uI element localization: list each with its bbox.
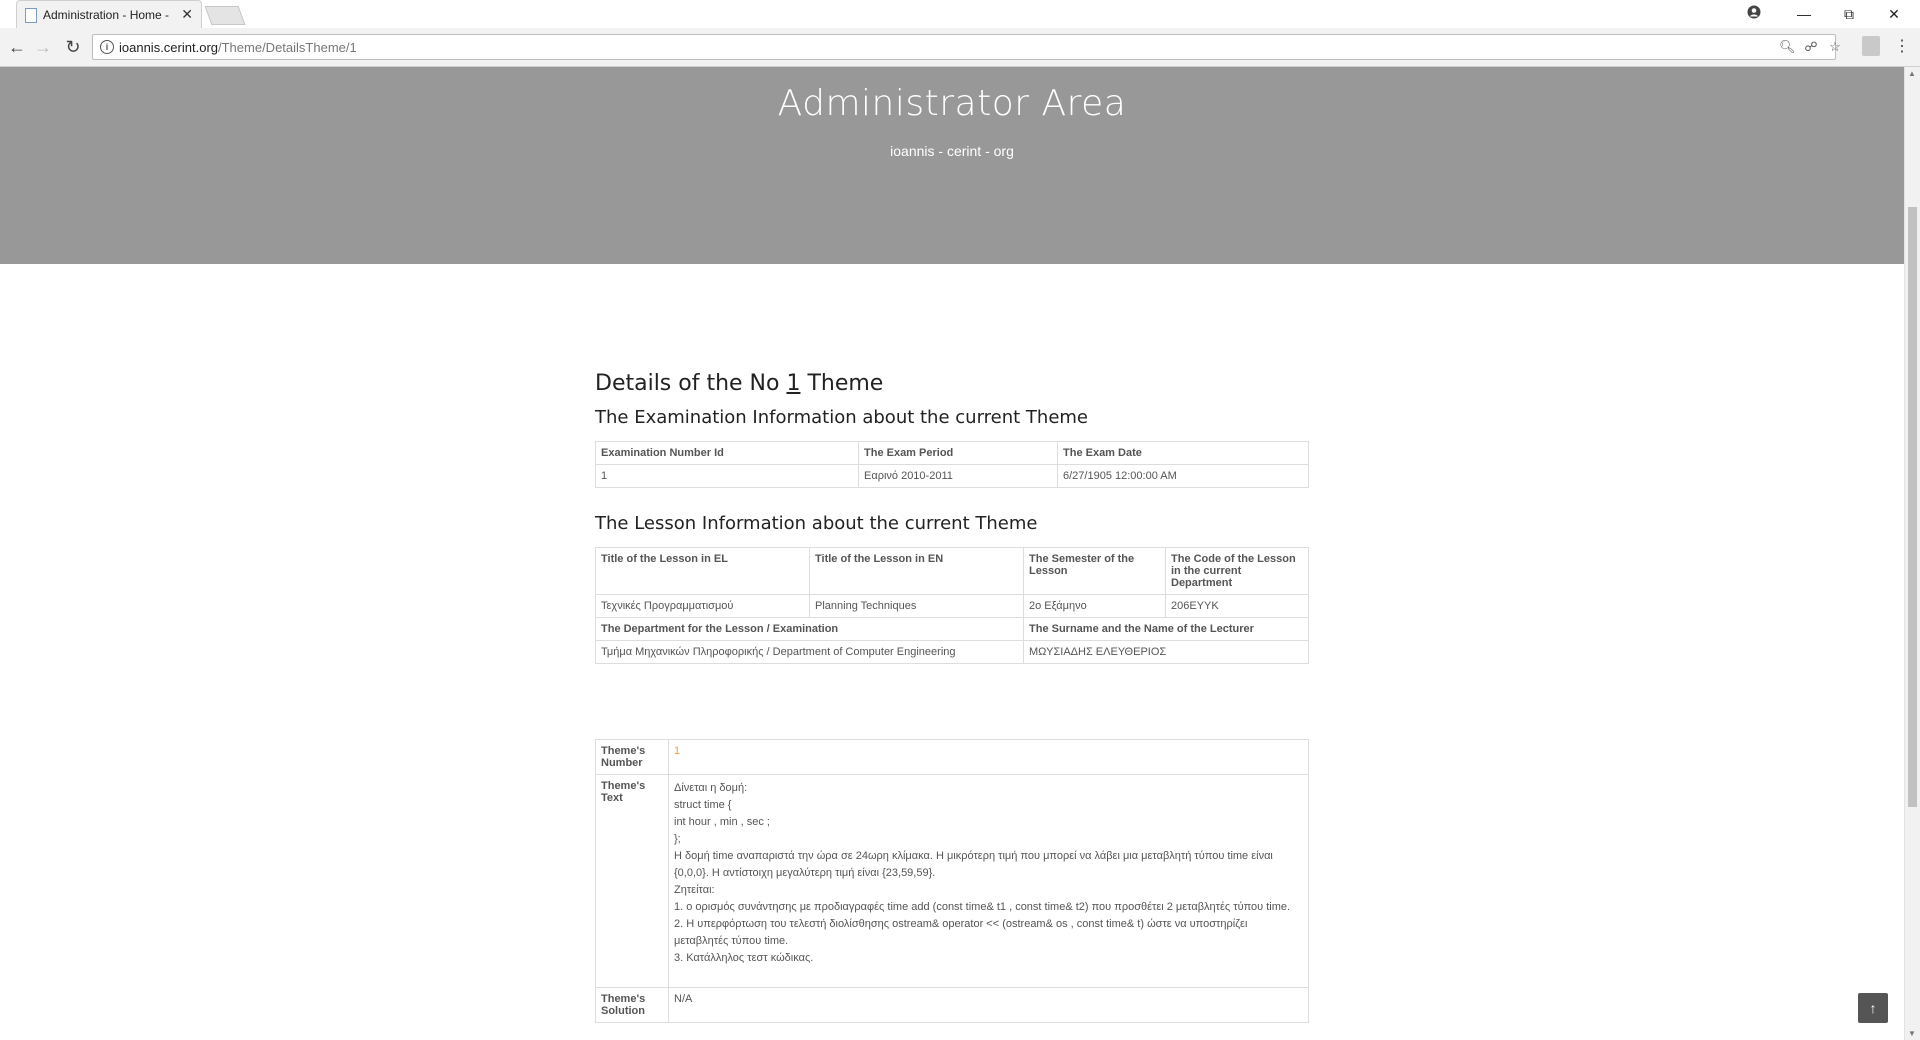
restore-icon[interactable]: ⧉ (1829, 3, 1869, 25)
lesson-table: Title of the Lesson in EL Title of the L… (595, 547, 1309, 664)
table-cell: 6/27/1905 12:00:00 AM (1057, 464, 1309, 488)
table-row: 1 Εαρινό 2010-2011 6/27/1905 12:00:00 AM (595, 464, 1309, 488)
hero-subtitle: ioannis - cerint - org (890, 143, 1014, 159)
table-row: Τμήμα Μηχανικών Πληροφορικής / Departmen… (595, 640, 1309, 664)
new-tab-button[interactable] (204, 6, 246, 25)
extension-icon[interactable] (1862, 36, 1880, 56)
exam-table: Examination Number Id The Exam Period Th… (595, 441, 1309, 488)
theme-text-line: 2. Η υπερφόρτωση του τελεστή διολίσθησης… (674, 918, 1248, 947)
minimize-icon[interactable]: — (1784, 3, 1824, 25)
info-icon[interactable]: i (100, 40, 114, 54)
theme-text-line: 3. Κατάλληλος τεστ κώδικας. (674, 952, 814, 964)
address-bar[interactable]: i ioannis.cerint.org/Theme/DetailsTheme/… (92, 34, 1841, 60)
theme-text-line: 1. ο ορισμός συνάντησης με προδιαγραφές … (674, 901, 1291, 913)
theme-text-line: Δίνεται η δομή: (674, 782, 748, 794)
page-favicon-icon (25, 8, 37, 23)
theme-text-line: }; (674, 833, 681, 845)
reload-icon[interactable]: ↻ (62, 36, 84, 58)
browser-tab[interactable]: Administration - Home - ✕ (16, 0, 202, 28)
theme-table: Theme's Number 1 Theme's Text Δίνεται η … (595, 739, 1309, 1023)
account-icon[interactable] (1734, 3, 1774, 25)
page-title: Details of the No 1 Theme (595, 371, 883, 396)
theme-text-line: int hour , min , sec ; (674, 816, 770, 828)
back-icon[interactable]: ← (6, 36, 28, 58)
table-header-row: Examination Number Id The Exam Period Th… (595, 441, 1309, 465)
theme-number-link[interactable]: 1 (786, 371, 800, 396)
scroll-thumb[interactable] (1908, 207, 1917, 807)
table-cell: 1 (595, 464, 859, 488)
table-cell: Τμήμα Μηχανικών Πληροφορικής / Departmen… (595, 640, 1024, 664)
table-row: Theme's Text Δίνεται η δομή: struct time… (595, 774, 1309, 988)
table-header: Title of the Lesson in EL (595, 547, 810, 595)
table-header: Theme's Text (595, 774, 669, 988)
hero-banner: Administrator Area ioannis - cerint - or… (0, 67, 1904, 264)
scroll-up-icon[interactable]: ▲ (1908, 69, 1916, 78)
table-header: Title of the Lesson in EN (809, 547, 1024, 595)
page-viewport: Administrator Area ioannis - cerint - or… (0, 67, 1904, 1040)
theme-text-line: Η δομή time αναπαριστά την ώρα σε 24ωρη … (674, 850, 1273, 879)
browser-toolbar: ← → ↻ i ioannis.cerint.org/Theme/Details… (0, 28, 1920, 67)
table-header-row: The Department for the Lesson / Examinat… (595, 617, 1309, 641)
table-header-row: Title of the Lesson in EL Title of the L… (595, 547, 1309, 595)
table-row: Τεχνικές Προγραμματισμού Planning Techni… (595, 594, 1309, 618)
star-icon[interactable]: ☆ (1827, 39, 1843, 55)
table-cell: ΜΩΥΣΙΑΔΗΣ ΕΛΕΥΘΕΡΙΟΣ (1023, 640, 1309, 664)
table-header: The Code of the Lesson in the current De… (1165, 547, 1309, 595)
table-row: Theme's Number 1 (595, 739, 1309, 775)
tab-title: Administration - Home - (43, 8, 170, 22)
table-cell: 2ο Εξάμηνο (1023, 594, 1166, 618)
page-title-prefix: Details of the No (595, 371, 787, 396)
table-header: Examination Number Id (595, 441, 859, 465)
theme-text-line: Ζητείται: (674, 884, 715, 896)
menu-icon[interactable]: ⋮ (1894, 36, 1910, 58)
theme-solution-value: N/A (668, 987, 1309, 1023)
lesson-section-title: The Lesson Information about the current… (595, 513, 1038, 534)
table-header: Theme's Solution (595, 987, 669, 1023)
table-header: The Semester of the Lesson (1023, 547, 1166, 595)
exam-section-title: The Examination Information about the cu… (595, 407, 1089, 428)
theme-text-cell: Δίνεται η δομή: struct time { int hour ,… (668, 774, 1309, 988)
table-row: Theme's Solution N/A (595, 987, 1309, 1023)
table-cell: Τεχνικές Προγραμματισμού (595, 594, 810, 618)
theme-text-line: struct time { (674, 799, 732, 811)
table-cell: Planning Techniques (809, 594, 1024, 618)
page-scrollbar[interactable]: ▲ ▼ (1904, 67, 1920, 1040)
table-header: The Department for the Lesson / Examinat… (595, 617, 1024, 641)
url-text: ioannis.cerint.org/Theme/DetailsTheme/1 (119, 40, 357, 55)
url-host: ioannis.cerint.org (119, 40, 218, 55)
table-header: The Surname and the Name of the Lecturer (1023, 617, 1309, 641)
forward-icon[interactable]: → (32, 36, 54, 58)
table-header: Theme's Number (595, 739, 669, 775)
hero-title: Administrator Area (777, 83, 1127, 124)
table-cell: 206ΕΥΥΚ (1165, 594, 1309, 618)
browser-titlebar: Administration - Home - ✕ — ⧉ ✕ (0, 0, 1920, 29)
translate-icon[interactable]: ☍ (1803, 39, 1819, 55)
scroll-down-icon[interactable]: ▼ (1908, 1029, 1916, 1038)
url-path: /Theme/DetailsTheme/1 (218, 40, 357, 55)
table-header: The Exam Date (1057, 441, 1309, 465)
table-header: The Exam Period (858, 441, 1058, 465)
table-cell: Εαρινό 2010-2011 (858, 464, 1058, 488)
page-title-suffix: Theme (800, 371, 884, 396)
close-icon[interactable]: ✕ (1874, 3, 1914, 25)
back-to-top-button[interactable]: ↑ (1858, 993, 1888, 1023)
tab-close-icon[interactable]: ✕ (181, 6, 193, 22)
theme-number-value: 1 (668, 739, 1309, 775)
zoom-icon[interactable]: 🔍︎ (1779, 39, 1796, 55)
